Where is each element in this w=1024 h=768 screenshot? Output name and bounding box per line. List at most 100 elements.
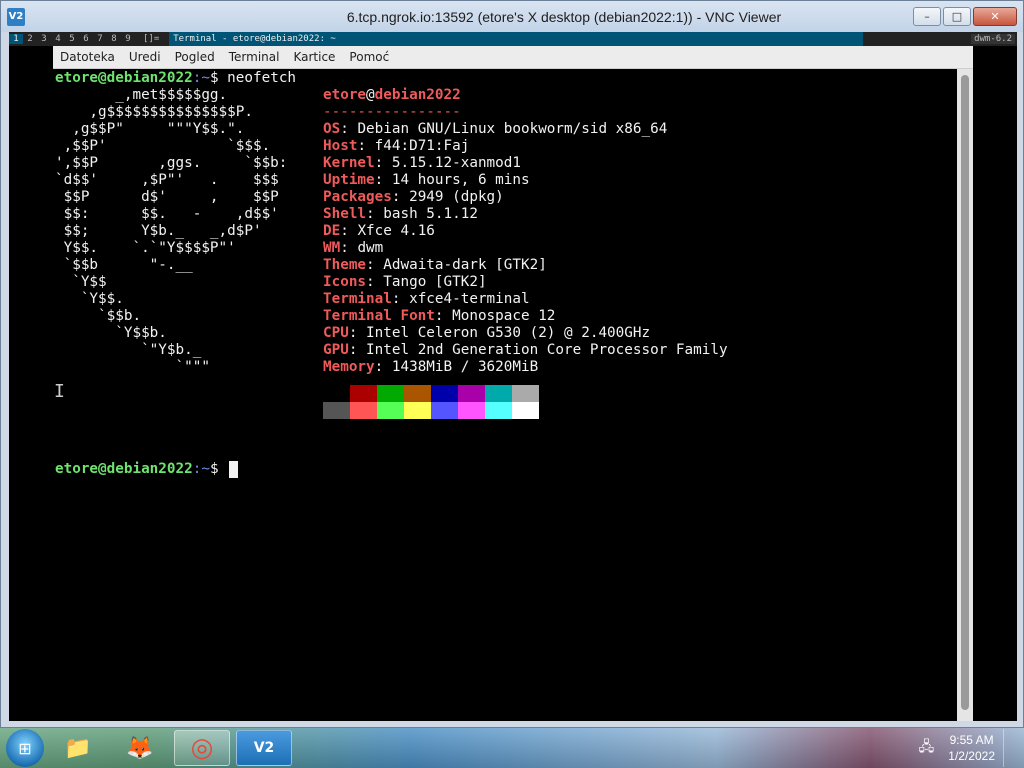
terminal-scrollbar[interactable] — [957, 69, 973, 721]
info-line: GPU: Intel 2nd Generation Core Processor… — [323, 342, 728, 359]
remote-desktop[interactable]: 123456789 []= Terminal - etore@debian202… — [9, 32, 1017, 721]
color-swatch — [458, 385, 485, 402]
info-line: WM: dwm — [323, 240, 383, 257]
network-icon[interactable]: 🖧 — [919, 736, 935, 760]
menu-item-5[interactable]: Pomoć — [342, 50, 396, 64]
info-colon: : — [374, 172, 392, 188]
dwm-tag-2[interactable]: 2 — [23, 34, 37, 44]
ascii-logo-line: `Y$$ — [55, 274, 107, 290]
vnc-viewer-icon[interactable]: V2 — [236, 730, 292, 766]
ascii-logo-line: `"Y$b._ — [55, 342, 202, 358]
info-key: OS — [323, 121, 341, 137]
color-palette-bright — [323, 402, 539, 419]
terminal-output[interactable]: etore@debian2022:~$ neofetch _,met$$$$$g… — [53, 69, 957, 721]
info-separator: ---------------- — [323, 104, 461, 120]
vnc-window-title: 6.tcp.ngrok.io:13592 (etore's X desktop … — [346, 8, 782, 25]
firefox-icon[interactable]: 🦊 — [112, 730, 168, 766]
text-cursor — [229, 461, 238, 478]
ascii-logo-line: Y$$. `.`"Y$$$$P"' — [55, 240, 236, 256]
info-value: Adwaita-dark [GTK2] — [383, 257, 547, 273]
info-line: Terminal Font: Monospace 12 — [323, 308, 555, 325]
color-swatch — [458, 402, 485, 419]
prompt-path: :~ — [192, 461, 210, 477]
dwm-tag-7[interactable]: 7 — [93, 34, 107, 44]
maximize-button[interactable]: □ — [943, 7, 971, 26]
info-colon: : — [357, 138, 375, 154]
info-colon: : — [374, 359, 392, 375]
show-desktop-button[interactable] — [1003, 729, 1018, 767]
vnc-titlebar[interactable]: V2 6.tcp.ngrok.io:13592 (etore's X deskt… — [1, 1, 1023, 32]
terminal-menubar: Datoteka Uredi Pogled Terminal Kartice Pomoć — [53, 46, 973, 69]
window-controls: – □ ✕ — [913, 7, 1017, 26]
ascii-logo-line: $$: $$. - ,d$$' — [55, 206, 279, 222]
ascii-logo-line: $$; Y$b._ _,d$P' — [55, 223, 262, 239]
color-swatch — [512, 402, 539, 419]
minimize-button[interactable]: – — [913, 7, 941, 26]
ascii-logo-line: ,g$$P" """Y$$.". — [55, 121, 245, 137]
info-line: Uptime: 14 hours, 6 mins — [323, 172, 530, 189]
menu-item-1[interactable]: Uredi — [122, 50, 168, 64]
info-value: Intel 2nd Generation Core Processor Fami… — [366, 342, 728, 358]
dwm-tag-4[interactable]: 4 — [51, 34, 65, 44]
menu-item-4[interactable]: Kartice — [286, 50, 342, 64]
folder-icon[interactable]: 📁 — [50, 730, 106, 766]
ascii-logo-line: `Y$$. — [55, 291, 124, 307]
info-header: etore@debian2022 — [323, 87, 461, 104]
color-swatch — [431, 402, 458, 419]
ascii-logo-line: _,met$$$$$gg. — [55, 87, 228, 103]
info-value: 2949 (dpkg) — [409, 189, 504, 205]
color-swatch — [404, 385, 431, 402]
ascii-logo-line: `d$$' ,$P"' . $$$ — [55, 172, 279, 188]
info-colon: : — [366, 257, 384, 273]
ascii-logo-line: $$P d$' , $$P — [55, 189, 279, 205]
dwm-tag-5[interactable]: 5 — [65, 34, 79, 44]
dwm-layout-symbol[interactable]: []= — [143, 34, 159, 44]
info-line: Host: f44:D71:Faj — [323, 138, 469, 155]
ascii-logo-line: ,$$P' `$$$. — [55, 138, 271, 154]
color-swatch — [485, 402, 512, 419]
info-line: Memory: 1438MiB / 3620MiB — [323, 359, 538, 376]
info-key: Icons — [323, 274, 367, 290]
dwm-tag-1[interactable]: 1 — [9, 34, 23, 44]
info-colon: : — [366, 206, 384, 222]
info-colon: : — [391, 189, 410, 205]
ascii-logo-line: `$$b "-.__ — [55, 257, 193, 273]
color-swatch — [350, 402, 377, 419]
info-line: CPU: Intel Celeron G530 (2) @ 2.400GHz — [323, 325, 650, 342]
info-value: 1438MiB / 3620MiB — [391, 359, 539, 375]
info-value: 14 hours, 6 mins — [391, 172, 530, 188]
menu-item-3[interactable]: Terminal — [222, 50, 287, 64]
info-key: DE — [323, 223, 341, 239]
prompt-symbol: $ — [209, 461, 228, 477]
info-colon: : — [434, 308, 453, 324]
menu-item-0[interactable]: Datoteka — [53, 50, 122, 64]
dwm-tag-3[interactable]: 3 — [37, 34, 51, 44]
vnc-icon[interactable]: V2 — [7, 7, 25, 26]
info-colon: : — [348, 325, 367, 341]
chrome-icon[interactable]: ◎ — [174, 730, 230, 766]
scrollbar-thumb[interactable] — [961, 75, 969, 710]
windows-orb-icon[interactable]: ⊞ — [6, 729, 44, 767]
info-value: dwm — [357, 240, 384, 256]
clock[interactable]: 9:55 AM 1/2/2022 — [948, 732, 995, 764]
taskbar: ⊞ 📁 🦊 ◎ V2 🖧 9:55 AM 1/2/2022 — [0, 728, 1024, 768]
info-value: Intel Celeron G530 (2) @ 2.400GHz — [366, 325, 651, 341]
info-header-at: @ — [366, 87, 375, 103]
info-line: Packages: 2949 (dpkg) — [323, 189, 504, 206]
info-key: Memory — [323, 359, 375, 375]
info-colon: : — [340, 240, 358, 256]
color-swatch — [404, 402, 431, 419]
info-value: 5.15.12-xanmod1 — [391, 155, 521, 171]
prompt-user: etore@debian2022 — [55, 461, 193, 477]
dwm-tag-6[interactable]: 6 — [79, 34, 93, 44]
info-colon: : — [348, 342, 367, 358]
menu-item-2[interactable]: Pogled — [168, 50, 222, 64]
color-swatch — [512, 385, 539, 402]
dwm-tag-9[interactable]: 9 — [121, 34, 135, 44]
dwm-tag-8[interactable]: 8 — [107, 34, 121, 44]
info-key: Theme — [323, 257, 367, 273]
close-button[interactable]: ✕ — [973, 7, 1017, 26]
info-key: GPU — [323, 342, 349, 358]
info-line: Terminal: xfce4-terminal — [323, 291, 530, 308]
info-key: Host — [323, 138, 358, 154]
